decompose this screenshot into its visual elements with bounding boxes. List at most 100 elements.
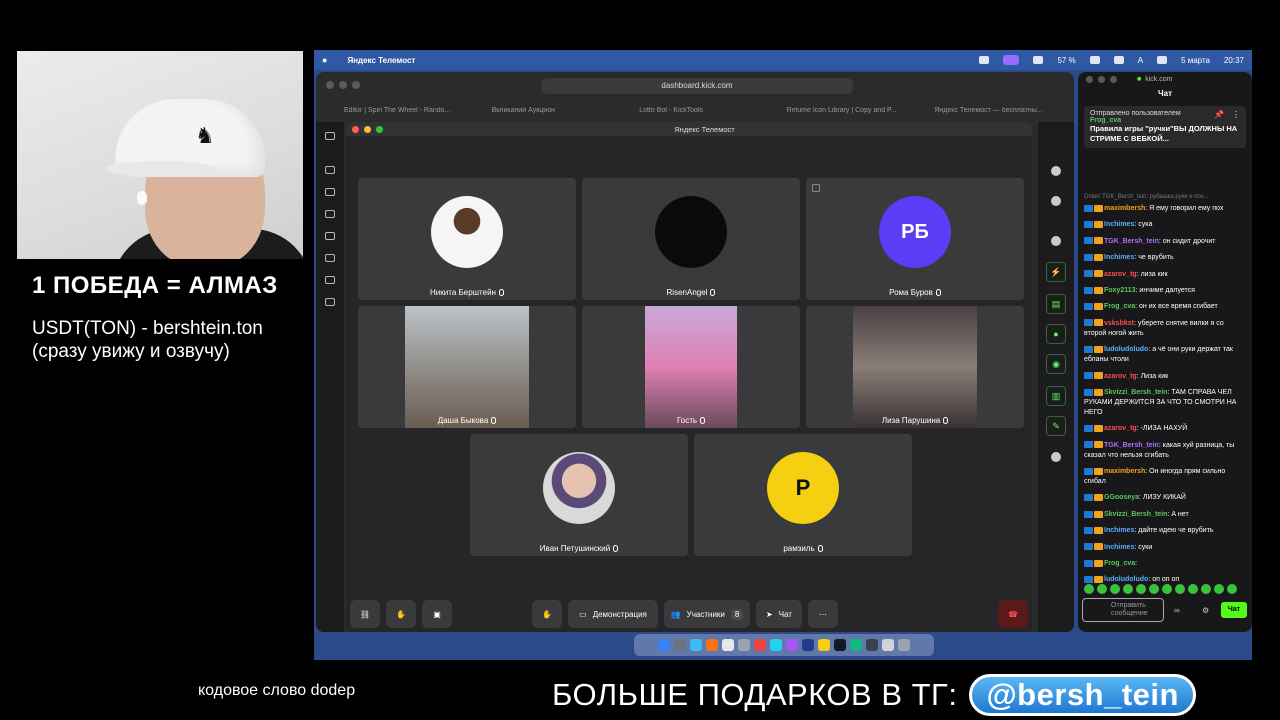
chat-username[interactable]: maximbersh	[1104, 468, 1145, 475]
menubar-time[interactable]: 20:37	[1224, 56, 1244, 65]
chat-username[interactable]: azarov_tg	[1104, 425, 1137, 432]
emote-icon[interactable]	[1110, 584, 1120, 594]
mute-button[interactable]: ✋	[386, 600, 416, 628]
gear-icon[interactable]: ⚙	[1202, 606, 1209, 615]
screen-share-button[interactable]: ▭ Демонстрация	[568, 600, 658, 628]
link-icon[interactable]	[325, 188, 335, 196]
trash-icon[interactable]	[898, 639, 910, 651]
app-icon[interactable]	[722, 639, 734, 651]
menu-icon[interactable]	[325, 132, 335, 140]
raise-hand-button[interactable]: ✋	[532, 600, 562, 628]
apple-icon[interactable]: ●	[322, 55, 327, 65]
send-chat-button[interactable]: Чат	[1221, 602, 1247, 618]
chat-username[interactable]: GGooseya	[1104, 494, 1139, 501]
tab-telemost[interactable]: Яндекс Телемост — бесплатны...	[934, 107, 1074, 114]
bolt-icon[interactable]: ⚡	[1046, 262, 1066, 282]
leave-call-button[interactable]: ☎	[998, 600, 1028, 628]
focus-icon[interactable]	[1051, 236, 1061, 246]
wifi-icon[interactable]	[1113, 56, 1124, 64]
menubar-app-name[interactable]: Яндекс Телемост	[347, 56, 415, 65]
live-icon[interactable]	[325, 166, 335, 174]
chat-username[interactable]: Inchimes	[1104, 254, 1134, 261]
app-icon[interactable]	[706, 639, 718, 651]
link-button[interactable]: ⛓	[350, 600, 380, 628]
tab-spin-wheel[interactable]: Editor | Spin The Wheel - Rando...	[344, 107, 484, 114]
tools-icon[interactable]	[325, 276, 335, 284]
more-button[interactable]: ⋯	[808, 600, 838, 628]
chat-username[interactable]: azarov_tg	[1104, 373, 1137, 380]
camera-button[interactable]: ▣	[422, 600, 452, 628]
participant-tile[interactable]: Никита Берштейн	[358, 178, 576, 300]
wrench-icon[interactable]: ✎	[1046, 416, 1066, 436]
app-icon[interactable]	[866, 639, 878, 651]
pin-icon[interactable]: 📌	[1214, 110, 1224, 119]
emote-icon[interactable]	[1084, 584, 1094, 594]
broadcast-icon[interactable]: ◉	[1046, 354, 1066, 374]
emote-icon[interactable]	[1201, 584, 1211, 594]
app-icon[interactable]	[802, 639, 814, 651]
app-icon[interactable]	[882, 639, 894, 651]
pin-icon[interactable]	[1033, 56, 1044, 64]
chat-username[interactable]: Inchimes	[1104, 544, 1134, 551]
chat-username[interactable]: vsksbkst	[1104, 320, 1134, 327]
chat-username[interactable]: Skvizzi_Bersh_tein	[1104, 511, 1167, 518]
chat-username[interactable]: Skvizzi_Bersh_tein	[1104, 389, 1167, 396]
window-controls[interactable]	[326, 81, 360, 89]
participant-tile[interactable]: RisenAngel	[582, 178, 800, 300]
chat-username[interactable]: TGK_Bersh_tein	[1104, 442, 1159, 449]
info-icon[interactable]	[1051, 166, 1061, 176]
chat-window-controls[interactable]	[1086, 75, 1117, 83]
input-lang[interactable]: A	[1138, 56, 1143, 65]
app-icon[interactable]	[818, 639, 830, 651]
control-center-icon[interactable]	[1157, 56, 1168, 64]
chat-button[interactable]: ➤ Чат	[756, 600, 802, 628]
screen-record-icon[interactable]	[979, 56, 990, 64]
tab-lotto-bot[interactable]: Lotto Bot - KickTools	[639, 107, 779, 114]
pinned-message[interactable]: Отправлено пользователем Frog_cva Правил…	[1084, 106, 1246, 148]
more-icon[interactable]: ⋮	[1232, 110, 1240, 119]
app-icon[interactable]	[786, 639, 798, 651]
chat-input[interactable]: Отправить сообщение	[1082, 598, 1164, 622]
chat-username[interactable]: maximbersh	[1104, 205, 1145, 212]
emote-icon[interactable]	[1162, 584, 1172, 594]
participant-tile[interactable]: Гость	[582, 306, 800, 428]
participant-tile[interactable]: Р рамзиль	[694, 434, 912, 556]
battery-icon[interactable]	[1089, 56, 1100, 64]
participants-button[interactable]: 👥 Участники 8	[664, 600, 750, 628]
participant-tile[interactable]: Даша Быкова	[358, 306, 576, 428]
status-pill-icon[interactable]	[1003, 55, 1020, 65]
settings-icon[interactable]	[738, 639, 750, 651]
users-icon[interactable]	[325, 298, 335, 306]
chat-username[interactable]: TGK_Bersh_tein	[1104, 238, 1159, 245]
emote-icon[interactable]	[1123, 584, 1133, 594]
emote-icon[interactable]	[1175, 584, 1185, 594]
emote-icon[interactable]	[1149, 584, 1159, 594]
participant-tile[interactable]: Иван Петушинский	[470, 434, 688, 556]
chat-username[interactable]: Frog_cva	[1104, 560, 1135, 567]
app-icon[interactable]	[850, 639, 862, 651]
participant-tile[interactable]: Лиза Парушина	[806, 306, 1024, 428]
menubar-date[interactable]: 5 марта	[1181, 56, 1210, 65]
participant-tile[interactable]: РБ Рома Буров	[806, 178, 1024, 300]
chat-username[interactable]: Foxy2113	[1104, 287, 1136, 294]
emote-icon[interactable]	[1227, 584, 1237, 594]
safari-icon[interactable]	[690, 639, 702, 651]
tab-auction[interactable]: Вкликаний Аукцион	[492, 107, 632, 114]
address-bar[interactable]: dashboard.kick.com	[541, 78, 853, 94]
telemost-window-controls[interactable]	[352, 125, 383, 133]
app-icon[interactable]	[754, 639, 766, 651]
launchpad-icon[interactable]	[674, 639, 686, 651]
emote-icon[interactable]	[1214, 584, 1224, 594]
edit-icon[interactable]	[1051, 196, 1061, 206]
layout-icon[interactable]: ▥	[1046, 386, 1066, 406]
emote-icon[interactable]	[1136, 584, 1146, 594]
chat-username[interactable]: Frog_cva	[1104, 303, 1135, 310]
stats-icon[interactable]	[325, 210, 335, 218]
emote-icon[interactable]	[1188, 584, 1198, 594]
emoji-icon[interactable]: ∞	[1174, 606, 1180, 615]
notes-icon[interactable]: ▤	[1046, 294, 1066, 314]
emote-icon[interactable]	[1097, 584, 1107, 594]
battery-percent[interactable]: 57 %	[1057, 56, 1075, 65]
telegram-icon[interactable]	[770, 639, 782, 651]
finder-icon[interactable]	[658, 639, 670, 651]
